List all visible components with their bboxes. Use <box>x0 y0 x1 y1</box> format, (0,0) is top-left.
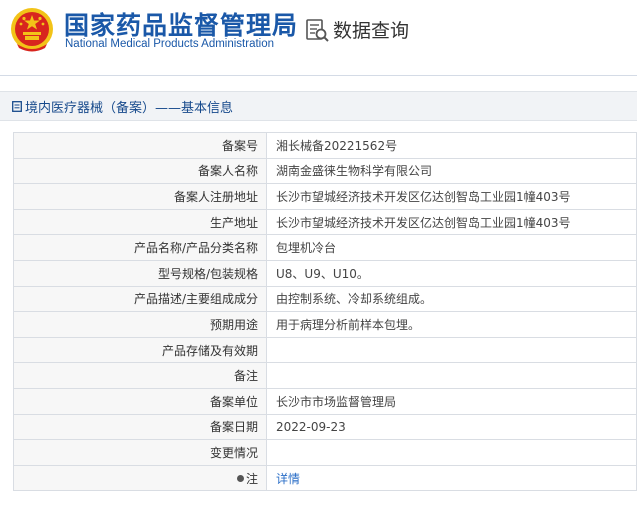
field-value: 2022-09-23 <box>266 413 637 441</box>
field-label: 备案号 <box>13 132 267 159</box>
field-label: 备案人名称 <box>13 157 267 185</box>
table-row: 产品名称/产品分类名称 包埋机冷台 <box>13 234 637 261</box>
section-title: 境内医疗器械（备案）——基本信息 <box>25 100 234 116</box>
field-value: 包埋机冷台 <box>266 234 637 261</box>
table-row: 备案日期 2022-09-23 <box>13 413 637 441</box>
site-title-en: National Medical Products Administration <box>65 38 275 50</box>
table-row: 备案人名称 湖南金盛徕生物科学有限公司 <box>13 157 637 185</box>
table-row: 备案号 湘长械备20221562号 <box>13 132 637 159</box>
field-value: 用于病理分析前样本包埋。 <box>266 311 637 338</box>
note-value-cell: 详情 <box>266 464 637 492</box>
table-row: 注 详情 <box>13 464 637 492</box>
table-row: 生产地址 长沙市望城经济技术开发区亿达创智岛工业园1幢403号 <box>13 208 637 236</box>
field-label: 预期用途 <box>13 311 267 338</box>
field-value <box>266 362 637 389</box>
field-label: 产品名称/产品分类名称 <box>13 234 267 261</box>
field-value <box>266 336 637 364</box>
data-query-icon <box>306 18 329 42</box>
field-value: U8、U9、U10。 <box>266 259 637 287</box>
table-row: 产品存储及有效期 <box>13 336 637 364</box>
field-label: 备注 <box>13 362 267 389</box>
field-value: 长沙市市场监督管理局 <box>266 387 637 415</box>
field-label: 产品存储及有效期 <box>13 336 267 364</box>
field-label: 型号规格/包装规格 <box>13 259 267 287</box>
national-emblem-icon <box>11 8 53 52</box>
field-label: 备案日期 <box>13 413 267 441</box>
field-label: 产品描述/主要组成成分 <box>13 285 267 313</box>
field-value: 由控制系统、冷却系统组成。 <box>266 285 637 313</box>
table-row: 产品描述/主要组成成分 由控制系统、冷却系统组成。 <box>13 285 637 313</box>
field-label: 变更情况 <box>13 439 267 466</box>
site-header: 国家药品监督管理局 National Medical Products Admi… <box>0 0 637 76</box>
field-value: 湘长械备20221562号 <box>266 132 637 159</box>
field-label: 备案单位 <box>13 387 267 415</box>
table-row: 备注 <box>13 362 637 389</box>
details-link[interactable]: 详情 <box>276 472 300 486</box>
header-divider <box>0 75 637 76</box>
field-label: 备案人注册地址 <box>13 183 267 210</box>
field-label: 注 <box>245 471 258 486</box>
field-value: 湖南金盛徕生物科学有限公司 <box>266 157 637 185</box>
data-query-label: 数据查询 <box>333 20 410 42</box>
table-row: 备案单位 长沙市市场监督管理局 <box>13 387 637 415</box>
section-header: 境内医疗器械（备案）——基本信息 <box>0 91 637 121</box>
field-value: 长沙市望城经济技术开发区亿达创智岛工业园1幢403号 <box>266 183 637 210</box>
field-value: 长沙市望城经济技术开发区亿达创智岛工业园1幢403号 <box>266 208 637 236</box>
note-label-cell: 注 <box>13 464 267 492</box>
field-value <box>266 439 637 466</box>
table-row: 变更情况 <box>13 439 637 466</box>
table-row: 备案人注册地址 长沙市望城经济技术开发区亿达创智岛工业园1幢403号 <box>13 183 637 210</box>
table-row: 预期用途 用于病理分析前样本包埋。 <box>13 311 637 338</box>
info-dot-icon <box>236 474 244 482</box>
basic-info-table: 备案号 湘长械备20221562号 备案人名称 湖南金盛徕生物科学有限公司 备案… <box>13 132 637 492</box>
table-row: 型号规格/包装规格 U8、U9、U10。 <box>13 259 637 287</box>
site-title-cn: 国家药品监督管理局 <box>64 11 299 40</box>
field-label: 生产地址 <box>13 208 267 236</box>
data-query-link[interactable]: 数据查询 <box>304 16 409 43</box>
document-icon <box>12 100 22 112</box>
